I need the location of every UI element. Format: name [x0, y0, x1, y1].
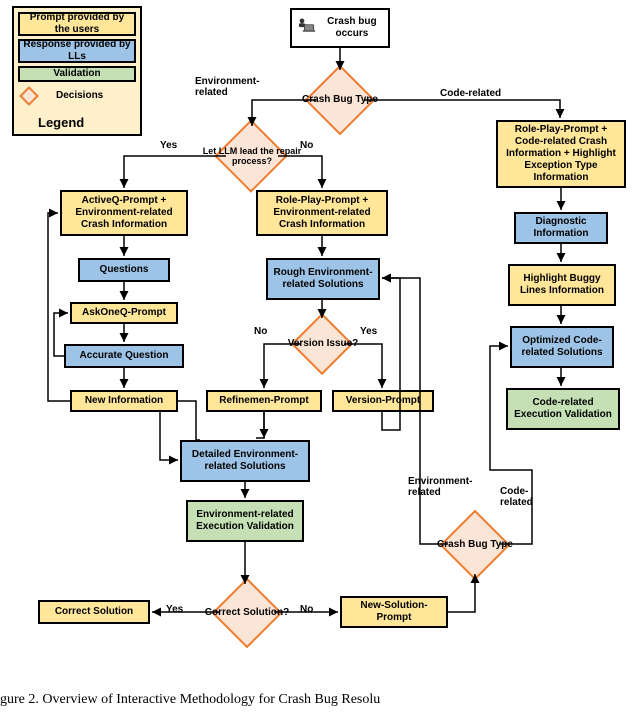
- legend-prompt-label: Prompt provided by the users: [23, 12, 131, 36]
- validation-env-exec: Environment-related Execution Validation: [186, 500, 304, 542]
- decision-llm-lead: [214, 119, 288, 193]
- legend-response: Response provided by LLs: [18, 39, 136, 63]
- validation-code-exec: Code-related Execution Validation: [506, 388, 620, 430]
- prompt-roleplay-env-label: Role-Play-Prompt + Environment-related C…: [261, 195, 383, 231]
- prompt-roleplay-env: Role-Play-Prompt + Environment-related C…: [256, 190, 388, 236]
- prompt-new-info: New Information: [70, 390, 178, 412]
- validation-env-exec-label: Environment-related Execution Validation: [191, 509, 299, 533]
- decision-version-issue: [291, 313, 353, 375]
- legend-validation-label: Validation: [53, 68, 100, 80]
- legend-response-label: Response provided by LLs: [23, 39, 131, 63]
- response-accurate-q-label: Accurate Question: [80, 350, 169, 362]
- legend-prompt: Prompt provided by the users: [18, 12, 136, 36]
- response-optimized-code-label: Optimized Code-related Solutions: [515, 335, 609, 359]
- edge-yes2: Yes: [360, 326, 377, 337]
- legend-decisions-label: Decisions: [56, 90, 103, 102]
- legend-title: Legend: [38, 115, 84, 131]
- start-box: Crash bug occurs: [290, 8, 390, 48]
- edge-yes3: Yes: [166, 604, 183, 615]
- prompt-askoneq: AskOneQ-Prompt: [70, 302, 178, 324]
- edge-no3: No: [300, 604, 313, 615]
- edge-env-side: Environment-related: [408, 476, 488, 498]
- prompt-version-label: Version-Prompt: [346, 395, 420, 407]
- person-laptop-icon: [295, 17, 317, 39]
- response-rough-env-label: Rough Environment-related Solutions: [271, 267, 375, 291]
- edge-yes1: Yes: [160, 140, 177, 151]
- edge-code-top: Code-related: [440, 88, 501, 99]
- prompt-activeq-label: ActiveQ-Prompt + Environment-related Cra…: [65, 195, 183, 231]
- response-rough-env: Rough Environment-related Solutions: [266, 258, 380, 300]
- prompt-roleplay-code: Role-Play-Prompt + Code-related Crash In…: [496, 120, 626, 188]
- prompt-activeq: ActiveQ-Prompt + Environment-related Cra…: [60, 190, 188, 236]
- validation-code-exec-label: Code-related Execution Validation: [511, 397, 615, 421]
- response-diagnostic: Diagnostic Information: [514, 212, 608, 244]
- prompt-new-solution: New-Solution-Prompt: [340, 596, 448, 628]
- edge-code-side: Code-related: [500, 486, 550, 508]
- prompt-highlight-buggy-label: Highlight Buggy Lines Information: [513, 273, 611, 297]
- figure-caption: gure 2. Overview of Interactive Methodol…: [0, 692, 380, 708]
- prompt-correct-solution-label: Correct Solution: [55, 606, 133, 618]
- prompt-correct-solution: Correct Solution: [38, 600, 150, 624]
- edge-no1: No: [300, 140, 313, 151]
- prompt-roleplay-code-label: Role-Play-Prompt + Code-related Crash In…: [501, 124, 621, 184]
- start-label: Crash bug occurs: [319, 16, 385, 40]
- response-diagnostic-label: Diagnostic Information: [519, 216, 603, 240]
- response-detailed-env-label: Detailed Environment-related Solutions: [185, 449, 305, 473]
- decision-crash-type-bottom: [440, 510, 511, 581]
- edge-env-top: Environment-related: [195, 76, 275, 98]
- response-questions: Questions: [78, 258, 170, 282]
- prompt-refinement-label: Refinemen-Prompt: [219, 395, 308, 407]
- prompt-new-info-label: New Information: [85, 395, 163, 407]
- decision-crash-type-top: [305, 65, 376, 136]
- prompt-askoneq-label: AskOneQ-Prompt: [82, 307, 166, 319]
- response-detailed-env: Detailed Environment-related Solutions: [180, 440, 310, 482]
- edge-no2: No: [254, 326, 267, 337]
- legend-box: Prompt provided by the users Response pr…: [12, 6, 142, 136]
- prompt-refinement: Refinemen-Prompt: [206, 390, 322, 412]
- prompt-highlight-buggy: Highlight Buggy Lines Information: [508, 264, 616, 306]
- response-questions-label: Questions: [100, 264, 149, 276]
- prompt-version: Version-Prompt: [332, 390, 434, 412]
- legend-diamond-icon: [19, 86, 39, 106]
- prompt-new-solution-label: New-Solution-Prompt: [345, 600, 443, 624]
- legend-validation: Validation: [18, 66, 136, 82]
- decision-correct-solution: [212, 578, 283, 649]
- response-accurate-q: Accurate Question: [64, 344, 184, 368]
- response-optimized-code: Optimized Code-related Solutions: [510, 326, 614, 368]
